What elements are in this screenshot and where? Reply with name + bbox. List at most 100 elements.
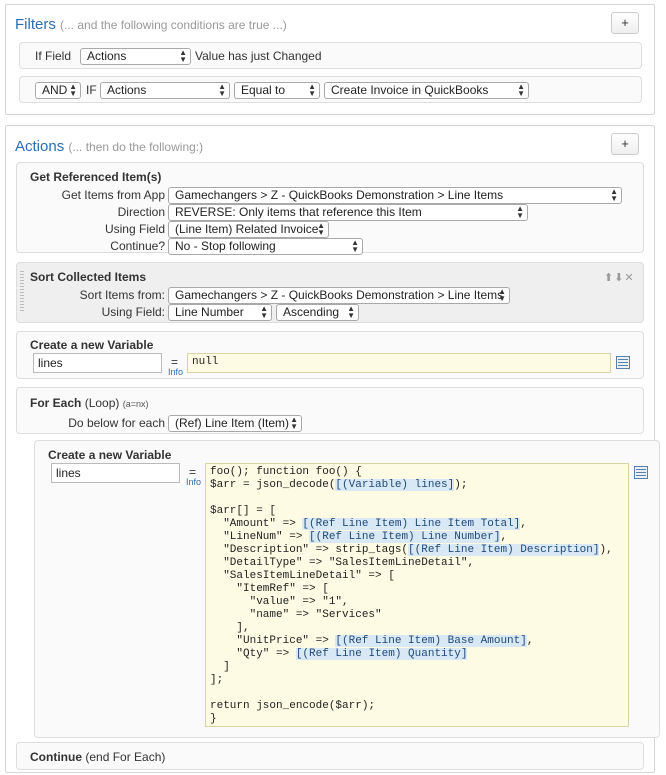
code-line: "ItemRef" => [ — [210, 583, 329, 595]
logic-op-select[interactable]: AND ▲ ▼ — [35, 82, 81, 99]
filter-field-select-2[interactable]: Actions ▲ ▼ — [100, 82, 230, 99]
continue-block: Continue (end For Each) — [16, 742, 644, 770]
sort-using-field-label: Using Field: — [101, 305, 165, 319]
create-variable-title-2: Create a new Variable — [48, 448, 172, 462]
field-token[interactable]: [(Ref Line Item) Line Number] — [309, 531, 501, 543]
actions-title: Actions (... then do the following:) — [15, 138, 203, 155]
code-line: "value" => "1", — [210, 596, 349, 608]
filter-row-2: AND ▲ ▼ IF Actions ▲ ▼ Equal to ▲ ▼ Create … — [19, 76, 642, 103]
code-line: ], — [210, 622, 250, 634]
updown-arrow-icon: ▲ ▼ — [516, 204, 524, 220]
code-line: "Description" => strip_tags([(Ref Line I… — [210, 544, 613, 556]
updown-arrow-icon: ▲ ▼ — [260, 304, 268, 320]
code-line: "DetailType" => "SalesItemLineDetail", — [210, 557, 475, 569]
sort-source-value: Gamechangers > Z - QuickBooks Demonstrat… — [175, 288, 504, 302]
comparator-value: Equal to — [241, 83, 286, 97]
direction-select[interactable]: REVERSE: Only items that reference this … — [168, 204, 528, 221]
using-field-label: Using Field — [104, 222, 165, 236]
updown-arrow-icon: ▲ ▼ — [308, 82, 316, 98]
updown-arrow-icon: ▲ ▼ — [69, 82, 77, 98]
add-filter-button[interactable]: + — [611, 12, 639, 34]
sort-field-select[interactable]: Line Number ▲ ▼ — [168, 304, 272, 321]
for-each-select[interactable]: (Ref) Line Item (Item) ▲ ▼ — [168, 415, 302, 432]
filter-row-1: If Field Actions ▲ ▼ Value has just Chang… — [19, 42, 642, 69]
filter-field-select-2-value: Actions — [107, 83, 147, 97]
value-changed-label: Value has just Changed — [195, 49, 322, 63]
for-each-title-suffix: (Loop) — [84, 396, 120, 410]
filter-value-select[interactable]: Create Invoice in QuickBooks ▲ ▼ — [324, 82, 529, 99]
get-ref-title: Get Referenced Item(s) — [30, 170, 162, 184]
for-each-title: For Each (Loop) (a=nx) — [30, 396, 149, 410]
do-below-label: Do below for each — [68, 416, 165, 430]
add-action-button[interactable]: + — [611, 133, 639, 155]
field-token[interactable]: [(Ref Line Item) Description] — [408, 544, 600, 556]
code-line: ]; — [210, 674, 224, 686]
continue-value: No - Stop following — [175, 239, 276, 253]
source-app-select[interactable]: Gamechangers > Z - QuickBooks Demonstrat… — [168, 187, 622, 204]
field-token[interactable]: [(Ref Line Item) Line Item Total] — [302, 518, 521, 530]
continue-label: Continue? — [110, 239, 165, 253]
field-picker-icon[interactable] — [616, 356, 630, 369]
for-each-block: For Each (Loop) (a=nx) Do below for each… — [16, 387, 644, 434]
filter-field-select-1-value: Actions — [87, 49, 127, 63]
reference-field-select[interactable]: (Line Item) Related Invoice ▲ ▼ — [168, 221, 329, 238]
for-each-hint: (a=nx) — [122, 399, 149, 409]
code-line: ] — [210, 661, 230, 673]
field-token[interactable]: [(Ref Line Item) Base Amount] — [335, 635, 527, 647]
move-delete-controls[interactable]: ⬆⬇✕ — [604, 271, 635, 284]
field-token[interactable]: [(Variable) lines] — [335, 479, 455, 491]
continue-title-suffix: (end For Each) — [85, 750, 166, 764]
sort-field-value: Line Number — [175, 305, 244, 319]
create-variable-title-1: Create a new Variable — [30, 338, 154, 352]
info-link-2[interactable]: Info — [186, 477, 201, 487]
reference-field-value: (Line Item) Related Invoice — [175, 222, 319, 236]
sort-title: Sort Collected Items — [30, 270, 147, 284]
code-line: "UnitPrice" => [(Ref Line Item) Base Amo… — [210, 635, 534, 647]
code-line: "Amount" => [(Ref Line Item) Line Item T… — [210, 518, 527, 530]
code-line: "name" => "Services" — [210, 609, 382, 621]
filters-title-text: Filters — [15, 16, 56, 33]
continue-block-title: Continue (end For Each) — [30, 750, 165, 764]
sort-order-select[interactable]: Ascending ▲ ▼ — [276, 304, 359, 321]
field-picker-icon[interactable] — [634, 466, 648, 479]
direction-value: REVERSE: Only items that reference this … — [175, 205, 422, 219]
updown-arrow-icon: ▲ ▼ — [351, 238, 359, 254]
continue-select[interactable]: No - Stop following ▲ ▼ — [168, 238, 363, 255]
filters-subtitle: (... and the following conditions are tr… — [60, 18, 287, 32]
source-app-value: Gamechangers > Z - QuickBooks Demonstrat… — [175, 188, 504, 202]
code-line: } — [210, 713, 217, 725]
get-items-from-app-label: Get Items from App — [61, 188, 165, 202]
get-referenced-items-block: Get Referenced Item(s) Get Items from Ap… — [16, 162, 644, 255]
code-line: foo(); function foo() { — [210, 466, 362, 478]
variable-name-input-2[interactable]: lines — [51, 463, 180, 483]
create-variable-block-2: Create a new Variable lines = Info foo()… — [34, 440, 660, 738]
actions-subtitle: (... then do the following:) — [68, 140, 204, 154]
code-line: "Qty" => [(Ref Line Item) Quantity] — [210, 648, 468, 660]
actions-panel: Actions (... then do the following:) + G… — [5, 125, 660, 773]
code-line: "SalesItemLineDetail" => [ — [210, 570, 395, 582]
sort-source-select[interactable]: Gamechangers > Z - QuickBooks Demonstrat… — [168, 287, 510, 304]
updown-arrow-icon: ▲ ▼ — [517, 82, 525, 98]
if-label: IF — [86, 83, 97, 97]
updown-arrow-icon: ▲ ▼ — [290, 415, 298, 431]
code-line: $arr[] = [ — [210, 505, 277, 517]
variable-value-code-editor[interactable]: foo(); function foo() {$arr = json_decod… — [205, 463, 629, 727]
create-variable-block-1: Create a new Variable lines = Info null — [16, 331, 644, 379]
comparator-select[interactable]: Equal to ▲ ▼ — [234, 82, 320, 99]
variable-value-field-1[interactable]: null — [187, 353, 611, 373]
code-line: $arr = json_decode([(Variable) lines]); — [210, 479, 468, 491]
direction-label: Direction — [117, 205, 165, 219]
code-line: "LineNum" => [(Ref Line Item) Line Numbe… — [210, 531, 508, 543]
for-each-value: (Ref) Line Item (Item) — [175, 416, 290, 430]
updown-arrow-icon: ▲ ▼ — [347, 304, 355, 320]
for-each-title-text: For Each — [30, 396, 82, 410]
info-link-1[interactable]: Info — [168, 367, 183, 377]
field-token[interactable]: [(Ref Line Item) Quantity] — [295, 648, 468, 660]
filter-field-select-1[interactable]: Actions ▲ ▼ — [80, 48, 191, 65]
logic-op-value: AND — [42, 83, 68, 97]
sort-order-value: Ascending — [283, 305, 340, 319]
variable-name-input-1[interactable]: lines — [33, 353, 162, 373]
updown-arrow-icon: ▲ ▼ — [317, 221, 325, 237]
